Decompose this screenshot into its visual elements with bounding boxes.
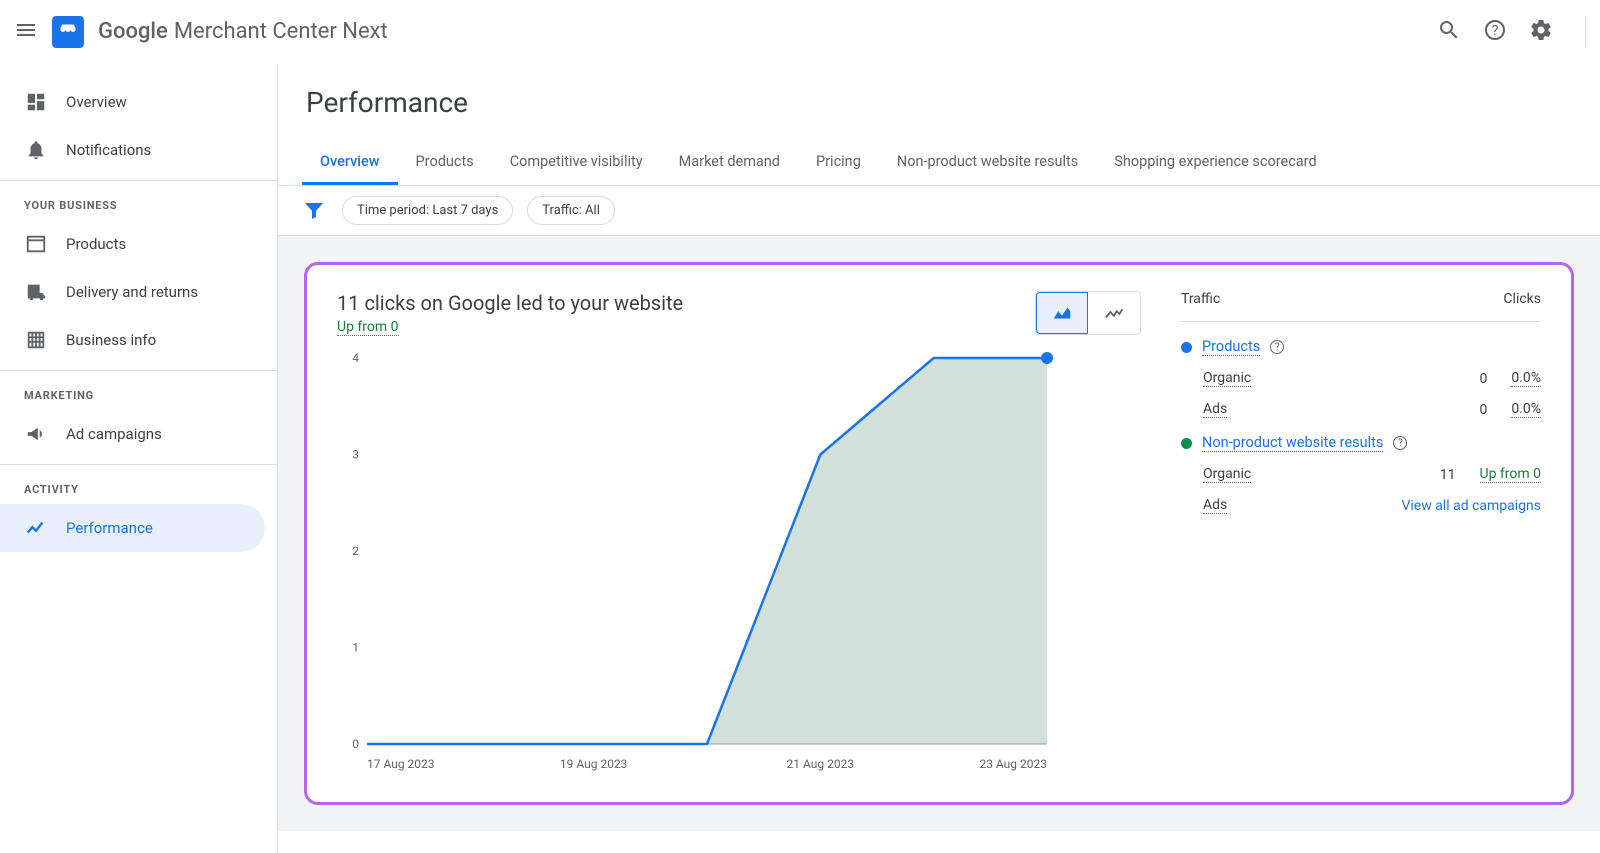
legend-dot-products	[1181, 342, 1192, 353]
chart-section: 11 clicks on Google led to your website …	[337, 291, 1141, 782]
sidebar-item-notifications[interactable]: Notifications	[0, 126, 265, 174]
tab-products[interactable]: Products	[398, 141, 492, 185]
tab-competitive-visibility[interactable]: Competitive visibility	[492, 141, 661, 185]
legend-header: Traffic Clicks	[1181, 291, 1541, 322]
card-headline: 11 clicks on Google led to your website	[337, 291, 683, 315]
legend-row-np-ads: Ads View all ad campaigns	[1181, 497, 1541, 514]
sidebar-item-label: Delivery and returns	[66, 283, 198, 301]
legend-link-nonproduct[interactable]: Non-product website results	[1202, 434, 1383, 452]
search-icon[interactable]	[1437, 18, 1461, 46]
megaphone-icon	[24, 422, 48, 446]
sidebar-item-label: Business info	[66, 331, 156, 349]
legend-label: Organic	[1203, 370, 1251, 387]
svg-text:17 Aug 2023: 17 Aug 2023	[367, 757, 435, 771]
legend-row-products-ads: Ads 0 0.0%	[1181, 401, 1541, 418]
toggle-line-chart[interactable]	[1088, 292, 1140, 334]
help-icon[interactable]: ?	[1483, 18, 1507, 46]
sidebar-item-label: Performance	[66, 519, 153, 537]
legend-row-products-organic: Organic 0 0.0%	[1181, 370, 1541, 387]
legend-group-nonproduct: Non-product website results ? Organic 11…	[1181, 434, 1541, 514]
svg-text:19 Aug 2023: 19 Aug 2023	[560, 757, 628, 771]
bell-icon	[24, 138, 48, 162]
legend-row-np-organic: Organic 11 Up from 0	[1181, 466, 1541, 483]
sidebar-section-marketing: MARKETING	[0, 370, 277, 410]
svg-text:?: ?	[1492, 23, 1499, 39]
truck-icon	[24, 280, 48, 304]
sidebar-section-business: YOUR BUSINESS	[0, 180, 277, 220]
settings-icon[interactable]	[1529, 18, 1553, 46]
legend-view-all-link[interactable]: View all ad campaigns	[1401, 498, 1541, 514]
svg-text:21 Aug 2023: 21 Aug 2023	[787, 757, 855, 771]
legend-percent: 0.0%	[1511, 401, 1541, 418]
dashboard-icon	[24, 90, 48, 114]
sidebar-item-delivery[interactable]: Delivery and returns	[0, 268, 265, 316]
svg-text:23 Aug 2023: 23 Aug 2023	[979, 757, 1047, 771]
legend-value: 0	[1479, 402, 1487, 418]
sidebar-item-label: Overview	[66, 93, 127, 111]
filter-chip-time-period[interactable]: Time period: Last 7 days	[342, 196, 513, 225]
hamburger-menu-icon[interactable]	[14, 18, 38, 46]
sidebar-item-label: Products	[66, 235, 126, 253]
building-icon	[24, 328, 48, 352]
svg-text:3: 3	[352, 448, 359, 462]
legend-label: Ads	[1203, 497, 1227, 514]
topbar: Google Merchant Center Next ?	[0, 0, 1600, 64]
brand-google-word: Google	[98, 19, 168, 44]
filter-icon[interactable]	[302, 198, 328, 224]
svg-text:0: 0	[352, 737, 359, 751]
trend-icon	[24, 516, 48, 540]
sidebar-item-performance[interactable]: Performance	[0, 504, 265, 552]
topbar-divider	[1585, 16, 1586, 48]
help-icon[interactable]: ?	[1270, 340, 1284, 354]
svg-text:4: 4	[352, 351, 359, 365]
tab-shopping-scorecard[interactable]: Shopping experience scorecard	[1096, 141, 1334, 185]
product-logo	[52, 16, 84, 48]
legend-change: Up from 0	[1480, 466, 1542, 483]
topbar-right: ?	[1437, 16, 1586, 48]
help-icon[interactable]: ?	[1393, 436, 1407, 450]
clicks-chart: 0 1 2 3 4 17 Aug 2023 19 Aug 2023 21 Aug 2023 23…	[337, 348, 1141, 782]
legend-label: Ads	[1203, 401, 1227, 418]
legend-value: 11	[1440, 467, 1456, 483]
sidebar-item-overview[interactable]: Overview	[0, 78, 265, 126]
sidebar-item-products[interactable]: Products	[0, 220, 265, 268]
tab-non-product-results[interactable]: Non-product website results	[879, 141, 1096, 185]
brand-title: Google Merchant Center Next	[98, 19, 388, 44]
legend-col-traffic: Traffic	[1181, 291, 1220, 307]
topbar-left: Google Merchant Center Next	[14, 16, 388, 48]
content-area: 11 clicks on Google led to your website …	[278, 236, 1600, 831]
sidebar-item-business-info[interactable]: Business info	[0, 316, 265, 364]
brand-product-word: Merchant Center Next	[174, 19, 388, 44]
svg-text:2: 2	[352, 544, 359, 558]
sidebar-section-activity: ACTIVITY	[0, 464, 277, 504]
card-header: 11 clicks on Google led to your website …	[337, 291, 1141, 336]
tab-market-demand[interactable]: Market demand	[661, 141, 798, 185]
legend-percent: 0.0%	[1511, 370, 1541, 387]
sidebar-item-ad-campaigns[interactable]: Ad campaigns	[0, 410, 265, 458]
tag-icon	[24, 232, 48, 256]
chart-type-toggle	[1035, 291, 1141, 335]
tab-pricing[interactable]: Pricing	[798, 141, 879, 185]
sidebar-item-label: Ad campaigns	[66, 425, 162, 443]
filter-bar: Time period: Last 7 days Traffic: All	[278, 186, 1600, 236]
svg-text:1: 1	[352, 641, 359, 655]
legend-dot-nonproduct	[1181, 438, 1192, 449]
clicks-card: 11 clicks on Google led to your website …	[304, 262, 1574, 805]
filter-chip-traffic[interactable]: Traffic: All	[527, 196, 615, 225]
legend-col-clicks: Clicks	[1503, 291, 1541, 307]
card-subtext: Up from 0	[337, 319, 399, 336]
page-title: Performance	[278, 64, 1600, 119]
legend-section: Traffic Clicks Products ? Organic 0 0.0%	[1181, 291, 1541, 782]
performance-tabs: Overview Products Competitive visibility…	[278, 141, 1600, 186]
legend-group-products: Products ? Organic 0 0.0% Ads 0 0.0%	[1181, 338, 1541, 418]
legend-value: 0	[1479, 371, 1487, 387]
tab-overview[interactable]: Overview	[302, 141, 398, 185]
sidebar-item-label: Notifications	[66, 141, 151, 159]
legend-label: Organic	[1203, 466, 1251, 483]
sidebar: Overview Notifications YOUR BUSINESS Pro…	[0, 64, 278, 853]
toggle-area-chart[interactable]	[1036, 292, 1088, 334]
legend-link-products[interactable]: Products	[1202, 338, 1260, 356]
main-content: Performance Overview Products Competitiv…	[278, 64, 1600, 853]
